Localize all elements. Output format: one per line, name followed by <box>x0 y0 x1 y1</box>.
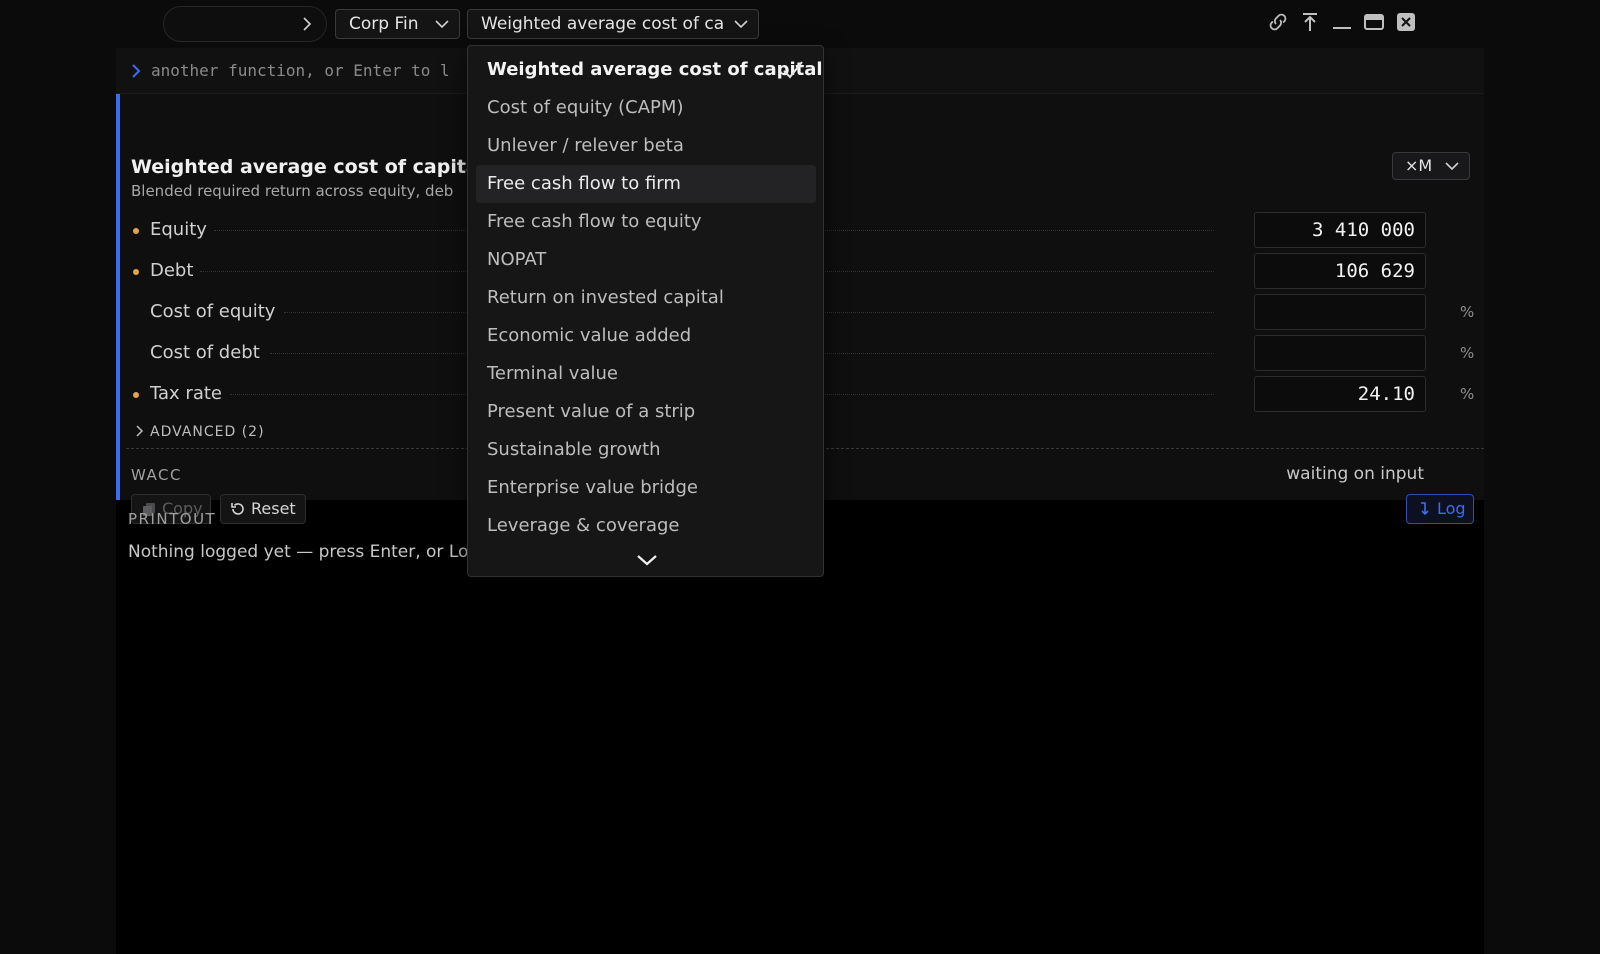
required-dot <box>133 228 139 234</box>
dropdown-item-label: Cost of equity (CAPM) <box>487 97 684 118</box>
chevron-down-icon <box>734 20 748 29</box>
required-dot <box>133 392 139 398</box>
function-select[interactable]: Weighted average cost of capital <box>467 9 759 39</box>
top-bar: Corp Fin Weighted average cost of capita… <box>0 0 1600 48</box>
breadcrumb-input[interactable] <box>163 6 327 42</box>
input-label: Tax rate <box>150 383 222 404</box>
function-label: Weighted average cost of capital <box>481 14 723 34</box>
dropdown-item-nopat[interactable]: NOPAT <box>476 241 816 279</box>
printout-message: Nothing logged yet — press Enter, or Lo <box>128 542 469 562</box>
dropdown-item-eva[interactable]: Economic value added <box>476 317 816 355</box>
minimize-icon[interactable] <box>1330 10 1354 34</box>
tax-rate-field[interactable]: 24.10 <box>1254 376 1426 412</box>
chevron-down-icon <box>1445 162 1459 171</box>
input-label: Equity <box>150 219 207 240</box>
unit-scale-select[interactable]: ×M <box>1392 152 1470 180</box>
pin-icon[interactable] <box>1298 10 1322 34</box>
unit-label: % <box>1460 385 1475 403</box>
debt-field[interactable]: 106 629 <box>1254 253 1426 289</box>
dropdown-item-pv-strip[interactable]: Present value of a strip <box>476 393 816 431</box>
command-input[interactable]: another function, or Enter to l <box>151 61 450 80</box>
dropdown-item-fcfe[interactable]: Free cash flow to equity <box>476 203 816 241</box>
dropdown-item-roic[interactable]: Return on invested capital <box>476 279 816 317</box>
result-label: WACC <box>131 466 182 484</box>
close-icon[interactable] <box>1394 10 1418 34</box>
printout-label: PRINTOUT <box>128 510 217 528</box>
card-subtitle: Blended required return across equity, d… <box>131 182 454 200</box>
dropdown-item-beta[interactable]: Unlever / relever beta <box>476 127 816 165</box>
cost-of-equity-field[interactable] <box>1254 294 1426 330</box>
cost-of-debt-field[interactable] <box>1254 335 1426 371</box>
dropdown-item-label: Terminal value <box>487 363 618 384</box>
category-select[interactable]: Corp Fin <box>335 9 460 39</box>
dropdown-item-wacc[interactable]: Weighted average cost of capital <box>476 51 823 89</box>
dropdown-item-label: Present value of a strip <box>487 401 696 422</box>
log-button[interactable]: Log <box>1406 494 1474 524</box>
chevron-down-icon[interactable] <box>635 552 659 568</box>
unit-label: % <box>1460 303 1475 321</box>
dropdown-item-label: Unlever / relever beta <box>487 135 684 156</box>
dropdown-item-label: Sustainable growth <box>487 439 661 460</box>
dropdown-item-fcff[interactable]: Free cash flow to firm <box>476 165 816 203</box>
dropdown-item-ev-bridge[interactable]: Enterprise value bridge <box>476 469 816 507</box>
dropdown-item-sustainable-growth[interactable]: Sustainable growth <box>476 431 816 469</box>
function-dropdown: Weighted average cost of capital Cost of… <box>467 45 824 577</box>
required-dot <box>133 269 139 275</box>
link-icon[interactable] <box>1266 10 1290 34</box>
reset-icon <box>231 503 244 515</box>
equity-field[interactable]: 3 410 000 <box>1254 212 1426 248</box>
dropdown-item-label: Free cash flow to equity <box>487 211 702 232</box>
card-title: Weighted average cost of capital <box>131 156 486 178</box>
chevron-right-icon[interactable] <box>300 15 314 33</box>
maximize-icon[interactable] <box>1362 10 1386 34</box>
status-text: waiting on input <box>1286 464 1424 484</box>
chevron-right-icon <box>132 64 141 78</box>
category-label: Corp Fin <box>349 14 419 34</box>
dropdown-item-label: Weighted average cost of capital <box>487 59 823 80</box>
reset-button[interactable]: Reset <box>220 494 306 524</box>
reset-label: Reset <box>251 499 296 518</box>
unit-scale-label: ×M <box>1405 156 1433 175</box>
chevron-down-icon <box>435 20 449 29</box>
input-label: Debt <box>150 260 194 281</box>
log-label: Log <box>1437 499 1466 518</box>
dropdown-item-capm[interactable]: Cost of equity (CAPM) <box>476 89 816 127</box>
dropdown-item-label: Leverage & coverage <box>487 515 680 536</box>
input-label: Cost of debt <box>150 342 260 363</box>
dropdown-item-leverage[interactable]: Leverage & coverage <box>476 507 816 545</box>
dropdown-item-terminal-value[interactable]: Terminal value <box>476 355 816 393</box>
check-icon <box>783 61 803 79</box>
dropdown-item-label: Enterprise value bridge <box>487 477 698 498</box>
unit-label: % <box>1460 344 1475 362</box>
input-label: Cost of equity <box>150 301 276 322</box>
chevron-right-icon <box>136 425 144 437</box>
dropdown-item-label: Free cash flow to firm <box>487 173 681 194</box>
dropdown-item-label: Return on invested capital <box>487 287 724 308</box>
advanced-toggle[interactable]: ADVANCED (2) <box>134 424 265 440</box>
advanced-label: ADVANCED (2) <box>150 424 265 440</box>
dropdown-item-label: NOPAT <box>487 249 547 270</box>
dropdown-item-label: Economic value added <box>487 325 692 346</box>
log-icon <box>1421 502 1429 516</box>
